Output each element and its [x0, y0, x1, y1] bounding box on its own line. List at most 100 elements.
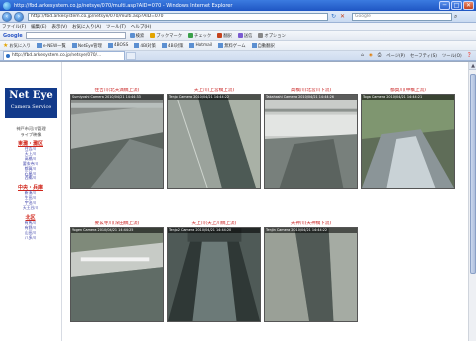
tools-menu[interactable]: ツール(O) [442, 53, 462, 59]
camera-image[interactable]: Yogen Camera 2010/04/21 14:44:25 [70, 227, 164, 322]
camera-tile[interactable]: 天上川(天上川橋上流) Tenjo2 Camera 2010/04/21 14:… [167, 221, 261, 322]
favorites-bar: ★ お気に入り e-NEW一覧 NetEye管理 4BOSS 4BI対策 4BI対… [0, 41, 476, 51]
menu-help[interactable]: ヘルプ(H) [131, 24, 151, 30]
page-viewport: Net Eye Camera Service 神戸市河川管理 ライブ映像 東灘・… [0, 61, 476, 341]
sidebar-header-line: ライブ映像 [20, 131, 42, 137]
camera-tile[interactable]: 要玄寺川(深田橋上流) Yogen Camera 2010/04/21 14:4… [70, 221, 164, 322]
rss-icon[interactable]: ◉ [369, 53, 373, 58]
help-icon[interactable]: ❓ [467, 53, 472, 58]
fav-item[interactable]: 4BI対策 [161, 43, 183, 49]
url-input[interactable]: http://fbd.arkesystem.co.jp/netsye/070/m… [28, 12, 328, 21]
google-tool-bookmark[interactable]: ブックマーク [150, 33, 182, 39]
camera-timestamp: Tenjo Camera 2010/04/21 14:44:22 [168, 95, 260, 100]
camera-image[interactable]: Takahashi Camera 2010/04/21 14:44:26 [264, 94, 358, 189]
maximize-button[interactable]: □ [451, 1, 462, 10]
fav-item[interactable]: 4BOSS [107, 43, 128, 48]
window-title: http://fbd.arkesystem.co.jp/netsye/070/m… [14, 2, 233, 9]
page-menu[interactable]: ページ(P) [386, 53, 405, 59]
ie-page-icon [6, 54, 10, 58]
wrench-icon [258, 33, 264, 38]
google-tool-check[interactable]: チェック [188, 33, 211, 39]
favorites-button[interactable]: ★ お気に入り [3, 42, 31, 49]
vertical-scrollbar[interactable]: ▲ [468, 62, 476, 341]
logo-title: Net Eye [9, 90, 53, 101]
camera-timestamp: Sumiyoshi Camera 2010/04/21 14:44:33 [71, 95, 163, 100]
forward-button[interactable]: › [14, 11, 24, 22]
google-tool-translate[interactable]: 翻訳 [217, 33, 232, 39]
page-icon [161, 43, 167, 48]
page-icon [218, 43, 224, 48]
menu-favorites[interactable]: お気に入り(A) [72, 24, 101, 30]
google-logo: Google [3, 32, 23, 39]
address-bar: ‹ › http://fbd.arkesystem.co.jp/netsye/0… [0, 11, 476, 23]
page-icon [251, 43, 257, 48]
google-tool-send[interactable]: 送信 [237, 33, 252, 39]
river-scene [265, 95, 357, 188]
tab-active[interactable]: http://fbd.arkesystem.co.jp/netsye/070/.… [3, 51, 125, 60]
search-icon [129, 33, 135, 38]
sidebar: Net Eye Camera Service 神戸市河川管理 ライブ映像 東灘・… [0, 62, 62, 341]
send-icon [237, 33, 243, 38]
camera-image[interactable]: Toga Camera 2010/04/21 14:44:21 [361, 94, 455, 189]
camera-timestamp: Takahashi Camera 2010/04/21 14:44:26 [265, 95, 357, 100]
river-scene [168, 95, 260, 188]
page-icon [134, 43, 140, 48]
camera-timestamp: Yogen Camera 2010/04/21 14:44:25 [71, 228, 163, 233]
google-toolbar: Google 検索 ブックマーク チェック 翻訳 送信 オプション [0, 31, 476, 41]
fav-item[interactable]: 4BI対策 [134, 43, 156, 49]
logo-subtitle: Camera Service [10, 104, 52, 110]
bookmark-icon [150, 33, 156, 38]
ie-icon [3, 1, 11, 10]
fav-item[interactable]: Hotmail [189, 43, 212, 48]
page-icon [107, 43, 113, 48]
camera-tile[interactable]: 天上川(上宮橋上流) Tenjo Camera 2010/04/21 14:44… [167, 88, 261, 189]
menu-file[interactable]: ファイル(F) [2, 24, 26, 30]
camera-tile[interactable]: 天神川(天神橋下流) Tenjin Camera 2010/04/21 14:4… [264, 221, 358, 322]
camera-tile[interactable]: 住吉川(北天満橋上流) Sumiyoshi Camera 2010/04/21 … [70, 88, 164, 189]
scroll-thumb[interactable] [470, 74, 476, 274]
menu-view[interactable]: 表示(V) [51, 24, 67, 30]
safety-menu[interactable]: セーフティ(S) [410, 53, 437, 59]
camera-timestamp: Tenjo2 Camera 2010/04/21 14:44:20 [168, 228, 260, 233]
refresh-icon[interactable]: ↻ [331, 13, 337, 20]
river-scene [362, 95, 454, 188]
camera-tile[interactable]: 都賀川(甲橋上流) Toga Camera 2010/04/21 14:44:2… [361, 88, 455, 189]
camera-image[interactable]: Tenjo2 Camera 2010/04/21 14:44:20 [167, 227, 261, 322]
net-eye-logo[interactable]: Net Eye Camera Service [5, 88, 57, 118]
camera-image[interactable]: Tenjin Camera 2010/04/21 14:44:22 [264, 227, 358, 322]
camera-tile[interactable]: 高橋川(北宮川下流) Takahashi Camera 2010/04/21 1… [264, 88, 358, 189]
google-tool-search[interactable]: 検索 [129, 33, 144, 39]
camera-timestamp: Tenjin Camera 2010/04/21 14:44:22 [265, 228, 357, 233]
new-tab-button[interactable] [126, 51, 136, 60]
sidebar-link[interactable]: 八多川 [0, 235, 61, 241]
star-icon: ★ [3, 42, 9, 49]
camera-image[interactable]: Sumiyoshi Camera 2010/04/21 14:44:33 [70, 94, 164, 189]
fav-item[interactable]: 無料ゲーム [218, 43, 246, 49]
fav-item[interactable]: NetEye管理 [71, 43, 102, 49]
fav-item[interactable]: e-NEW一覧 [36, 43, 66, 49]
print-icon[interactable]: ⎙ [378, 53, 381, 58]
page-icon [71, 43, 77, 48]
search-icon[interactable]: ⌕ [454, 13, 462, 21]
sidebar-link[interactable]: 天王谷川 [0, 205, 61, 211]
sidebar-link[interactable]: 西郷川 [0, 176, 61, 181]
river-scene [265, 228, 357, 321]
menu-edit[interactable]: 編集(E) [31, 24, 46, 30]
camera-image[interactable]: Tenjo Camera 2010/04/21 14:44:22 [167, 94, 261, 189]
stop-icon[interactable]: ✕ [340, 13, 346, 20]
window-titlebar: http://fbd.arkesystem.co.jp/netsye/070/m… [0, 0, 476, 11]
menu-tools[interactable]: ツール(T) [106, 24, 126, 30]
back-button[interactable]: ‹ [2, 11, 12, 22]
translate-icon [217, 33, 223, 38]
check-icon [188, 33, 194, 38]
scroll-up-icon[interactable]: ▲ [469, 62, 476, 70]
minimize-button[interactable]: ─ [439, 1, 450, 10]
close-button[interactable]: ✕ [463, 1, 474, 10]
search-input[interactable]: Google [352, 12, 452, 21]
fav-item[interactable]: 自動翻訳 [251, 43, 275, 49]
camera-timestamp: Toga Camera 2010/04/21 14:44:21 [362, 95, 454, 100]
river-scene [71, 95, 163, 188]
home-icon[interactable]: ⌂ [361, 53, 364, 58]
google-tool-options[interactable]: オプション [258, 33, 286, 39]
google-search-input[interactable] [25, 32, 126, 39]
